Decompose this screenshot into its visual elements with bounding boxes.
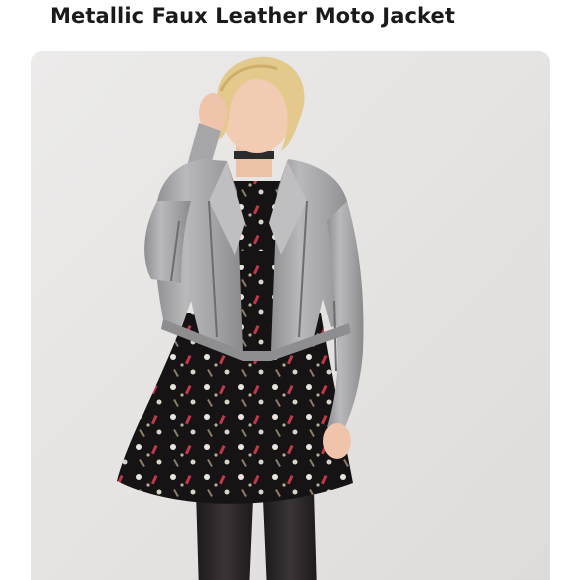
product-title: Metallic Faux Leather Moto Jacket [50,4,456,28]
product-photo-illustration [31,51,550,580]
listing-page: Metallic Faux Leather Moto Jacket [0,0,580,580]
product-photo[interactable] [31,51,550,580]
